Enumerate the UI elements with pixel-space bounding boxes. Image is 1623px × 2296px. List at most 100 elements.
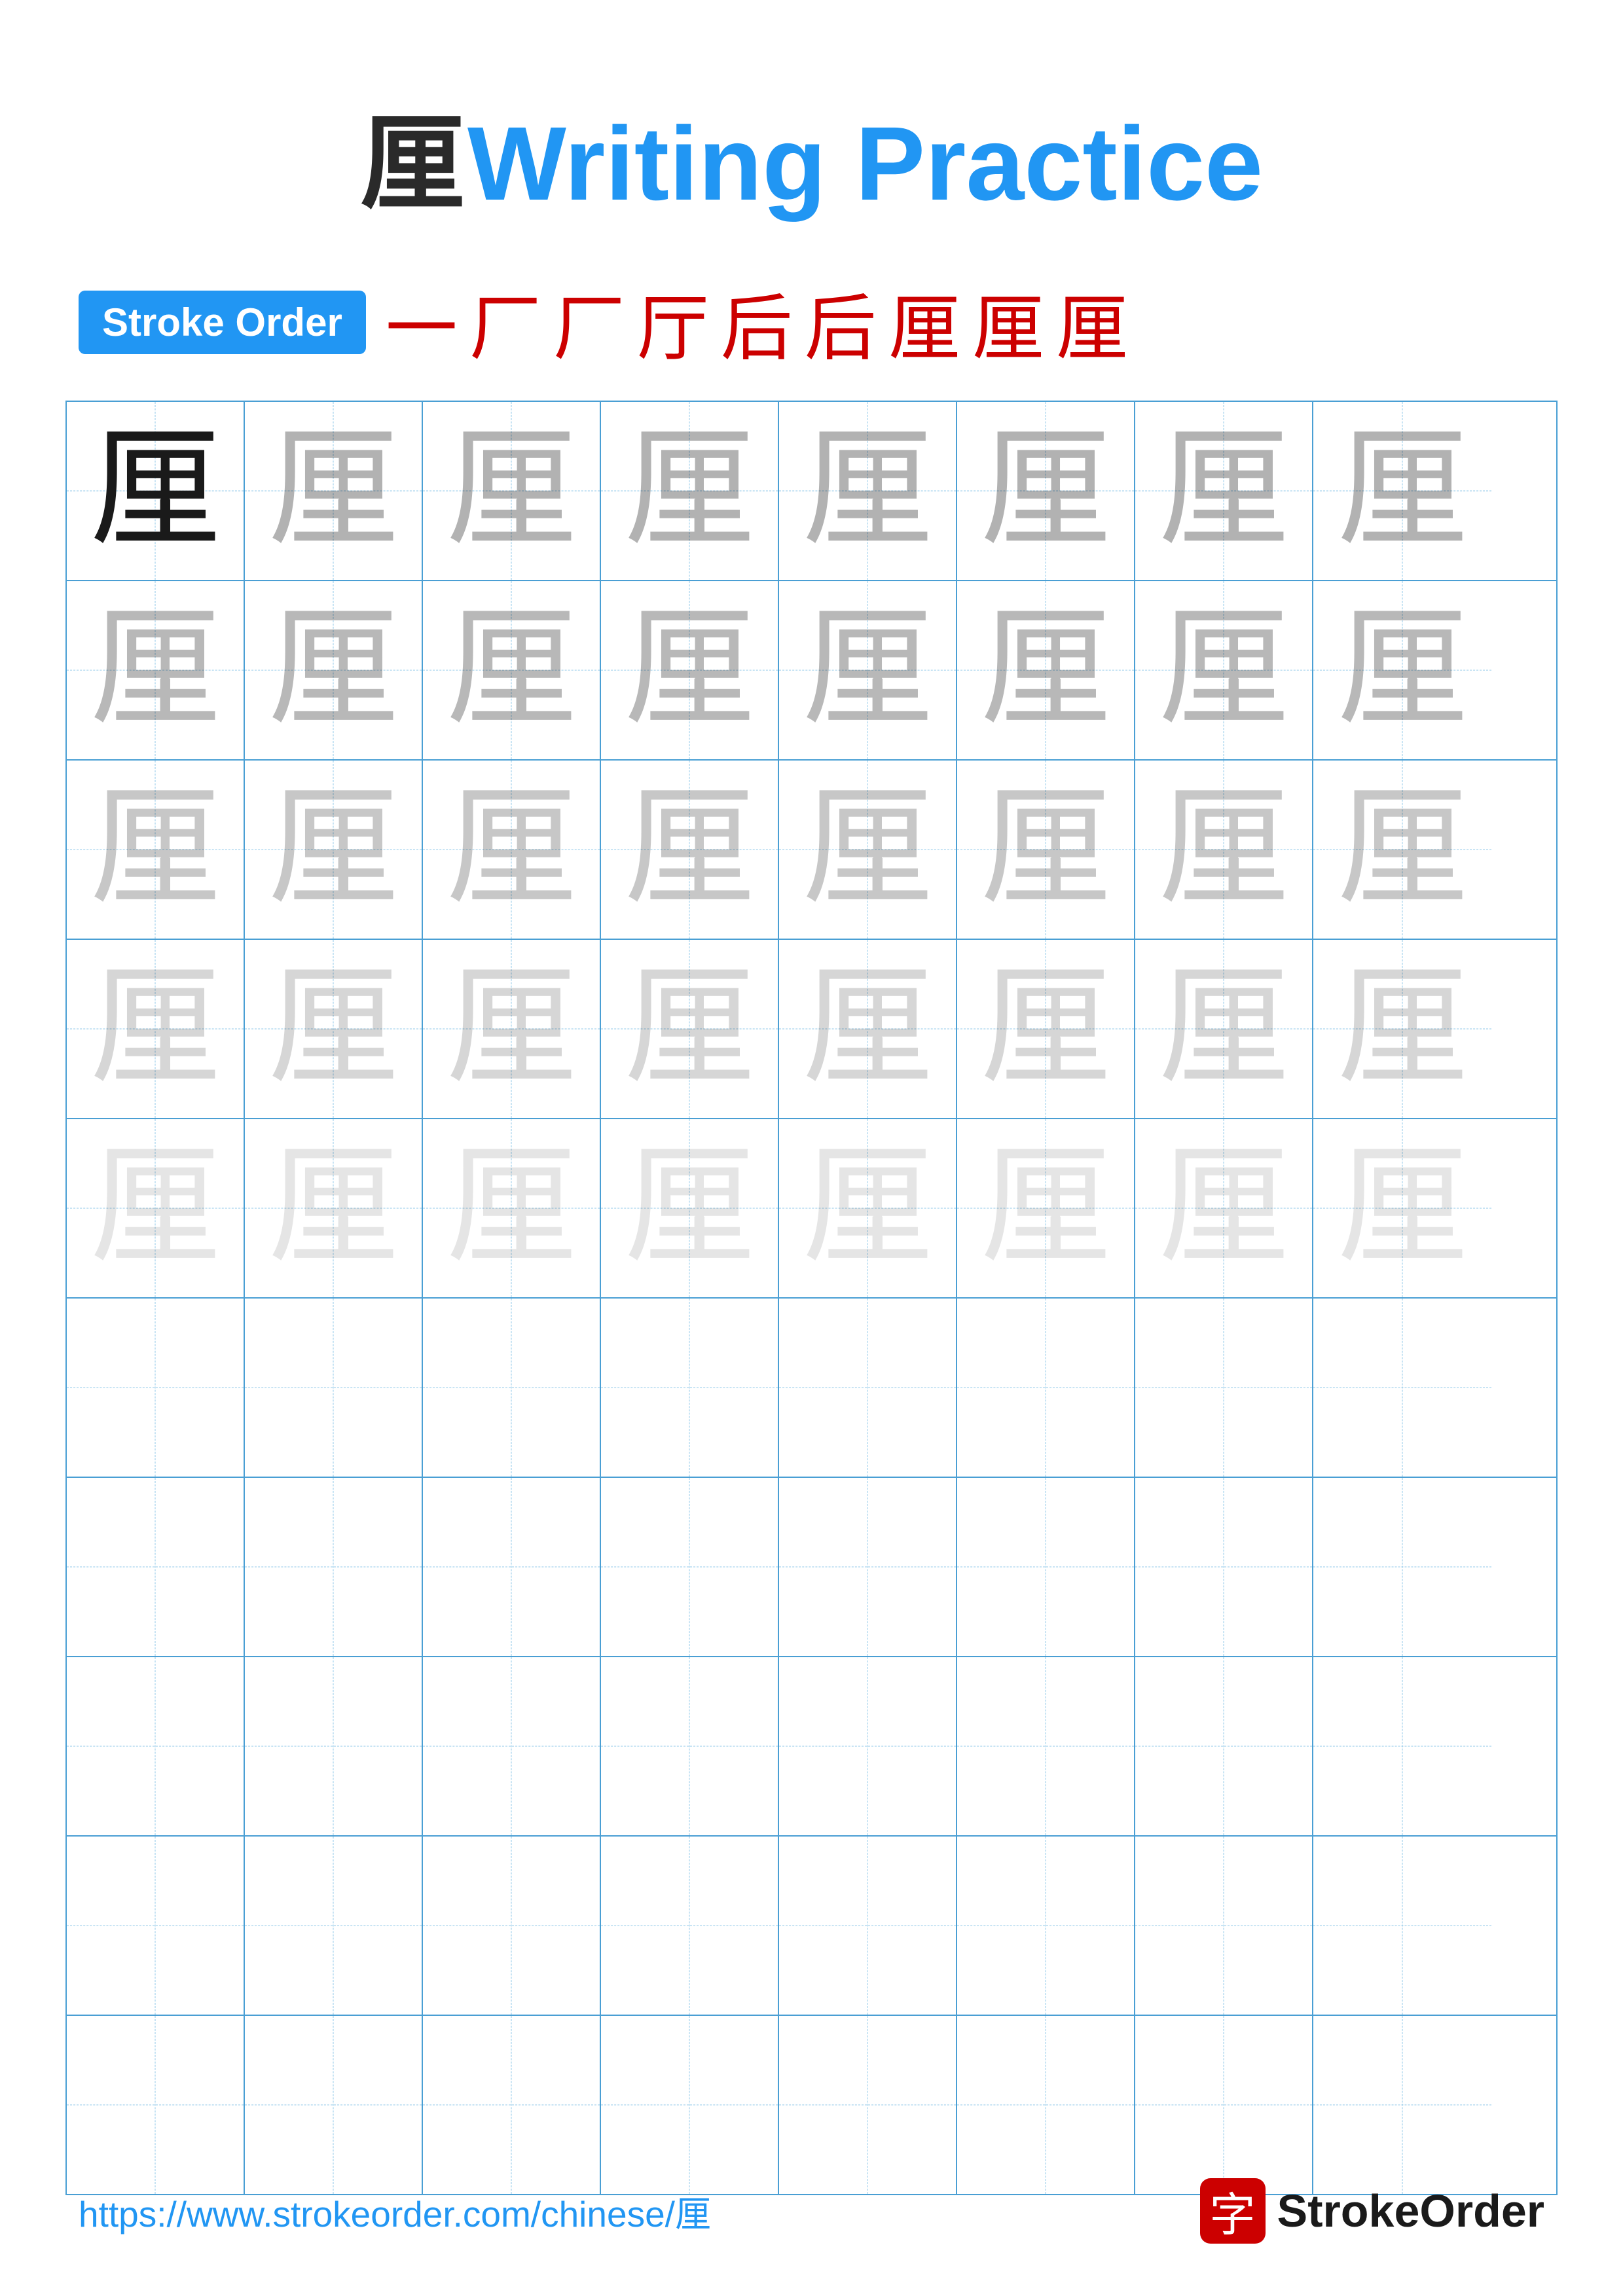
grid-cell <box>779 1837 957 2015</box>
cell-character: 厘 <box>802 1143 933 1274</box>
grid-cell: 厘 <box>245 1119 423 1297</box>
cell-character: 厘 <box>90 784 221 915</box>
cell-character: 厘 <box>980 605 1111 736</box>
cell-character: 厘 <box>90 963 221 1094</box>
grid-cell: 厘 <box>601 402 779 580</box>
cell-character: 厘 <box>1337 963 1468 1094</box>
grid-cell <box>67 1299 245 1477</box>
grid-cell: 厘 <box>957 940 1135 1118</box>
cell-character: 厘 <box>980 963 1111 1094</box>
grid-cell <box>245 1299 423 1477</box>
cell-character: 厘 <box>446 605 577 736</box>
cell-character: 厘 <box>624 425 755 556</box>
cell-character: 厘 <box>624 963 755 1094</box>
grid-cell <box>1135 1837 1313 2015</box>
grid-cell <box>779 1657 957 1835</box>
grid-cell <box>245 1657 423 1835</box>
grid-cell: 厘 <box>67 581 245 759</box>
stroke-4: 厅 <box>637 270 709 374</box>
grid-cell: 厘 <box>1135 940 1313 1118</box>
cell-character: 厘 <box>446 963 577 1094</box>
cell-character: 厘 <box>268 605 399 736</box>
grid-cell <box>601 1299 779 1477</box>
cell-character: 厘 <box>90 605 221 736</box>
grid-cell <box>423 1299 601 1477</box>
grid-cell: 厘 <box>245 402 423 580</box>
cell-character: 厘 <box>624 605 755 736</box>
grid-cell: 厘 <box>423 1119 601 1297</box>
title-chinese-char: 厘 <box>360 106 465 223</box>
grid-cell: 厘 <box>779 1119 957 1297</box>
cell-character: 厘 <box>90 425 221 556</box>
grid-cell <box>67 1837 245 2015</box>
grid-cell: 厘 <box>67 1119 245 1297</box>
grid-cell <box>423 1478 601 1656</box>
grid-cell: 厘 <box>1313 761 1491 939</box>
cell-character: 厘 <box>802 425 933 556</box>
grid-cell: 厘 <box>1135 402 1313 580</box>
grid-cell <box>423 1837 601 2015</box>
cell-character: 厘 <box>802 605 933 736</box>
grid-cell: 厘 <box>957 402 1135 580</box>
stroke-3: 厂 <box>553 270 625 374</box>
grid-cell: 厘 <box>779 940 957 1118</box>
grid-cell: 厘 <box>423 581 601 759</box>
grid-cell <box>1313 1837 1491 2015</box>
grid-cell: 厘 <box>601 940 779 1118</box>
stroke-2: 厂 <box>469 270 541 374</box>
cell-character: 厘 <box>268 963 399 1094</box>
grid-cell: 厘 <box>1135 761 1313 939</box>
grid-cell: 厘 <box>779 581 957 759</box>
cell-character: 厘 <box>446 784 577 915</box>
brand-name: StrokeOrder <box>1277 2185 1544 2237</box>
grid-cell: 厘 <box>67 761 245 939</box>
grid-cell: 厘 <box>957 581 1135 759</box>
grid-cell: 厘 <box>1313 940 1491 1118</box>
stroke-8: 厘 <box>972 270 1044 374</box>
grid-cell <box>245 2016 423 2194</box>
grid-cell <box>957 1299 1135 1477</box>
page: 厘 Writing Practice Stroke Order 一 厂 厂 厅 … <box>0 0 1623 2296</box>
grid-cell <box>423 1657 601 1835</box>
cell-character: 厘 <box>1337 425 1468 556</box>
grid-cell: 厘 <box>601 1119 779 1297</box>
grid-cell <box>245 1478 423 1656</box>
grid-cell: 厘 <box>423 940 601 1118</box>
cell-character: 厘 <box>624 1143 755 1274</box>
grid-cell: 厘 <box>601 761 779 939</box>
grid-cell: 厘 <box>245 581 423 759</box>
grid-cell <box>1135 2016 1313 2194</box>
cell-character: 厘 <box>980 1143 1111 1274</box>
cell-character: 厘 <box>802 784 933 915</box>
cell-character: 厘 <box>1158 963 1289 1094</box>
cell-character: 厘 <box>1158 784 1289 915</box>
cell-character: 厘 <box>1158 605 1289 736</box>
practice-grid: 厘厘厘厘厘厘厘厘厘厘厘厘厘厘厘厘厘厘厘厘厘厘厘厘厘厘厘厘厘厘厘厘厘厘厘厘厘厘厘厘 <box>65 401 1558 2195</box>
cell-character: 厘 <box>268 425 399 556</box>
cell-character: 厘 <box>980 784 1111 915</box>
stroke-5: 后 <box>721 270 793 374</box>
grid-row: 厘厘厘厘厘厘厘厘 <box>67 402 1556 581</box>
grid-cell <box>957 1837 1135 2015</box>
footer: https://www.strokeorder.com/chinese/厘 字 … <box>0 2178 1623 2244</box>
grid-cell: 厘 <box>245 761 423 939</box>
cell-character: 厘 <box>1337 1143 1468 1274</box>
grid-row <box>67 1657 1556 1837</box>
grid-cell: 厘 <box>601 581 779 759</box>
cell-character: 厘 <box>268 1143 399 1274</box>
grid-cell <box>1313 1299 1491 1477</box>
stroke-order-row: Stroke Order 一 厂 厂 厅 后 后 厘 厘 厘 <box>0 270 1623 374</box>
grid-cell <box>1135 1299 1313 1477</box>
footer-url[interactable]: https://www.strokeorder.com/chinese/厘 <box>79 2185 711 2237</box>
grid-cell <box>779 1299 957 1477</box>
stroke-6: 后 <box>805 270 877 374</box>
grid-cell <box>1135 1478 1313 1656</box>
grid-cell <box>423 2016 601 2194</box>
grid-row <box>67 1478 1556 1657</box>
cell-character: 厘 <box>1158 425 1289 556</box>
grid-cell <box>1313 1657 1491 1835</box>
cell-character: 厘 <box>1337 784 1468 915</box>
grid-cell <box>67 2016 245 2194</box>
grid-cell <box>1135 1657 1313 1835</box>
grid-cell <box>779 1478 957 1656</box>
